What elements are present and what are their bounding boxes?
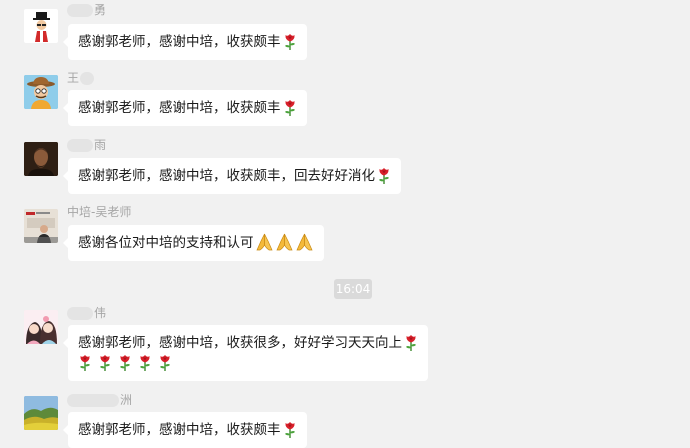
avatar[interactable] xyxy=(24,396,58,430)
sender-name: 中培-吴老师 xyxy=(67,205,131,219)
bubble-tail xyxy=(63,238,68,248)
redaction-blur xyxy=(67,394,119,407)
message-text: 感谢郭老师，感谢中培，收获颇丰 xyxy=(78,34,281,50)
rose-emoji-icon xyxy=(283,98,297,116)
sender-name-text: 王 xyxy=(67,71,80,85)
praying-hands-emoji-icon xyxy=(275,233,294,251)
praying-hands-emoji-icon xyxy=(295,233,314,251)
avatar[interactable] xyxy=(24,209,58,243)
message-bubble[interactable]: 感谢郭老师，感谢中培，收获颇丰 xyxy=(63,24,307,60)
message-bubble[interactable]: 感谢郭老师，感谢中培，收获颇丰 xyxy=(63,412,307,448)
avatar-top-hat-icon xyxy=(33,12,50,42)
redaction-blur xyxy=(67,4,93,17)
message-bubble[interactable]: 感谢郭老师，感谢中培，收获很多，好好学习天天向上 xyxy=(63,325,428,381)
praying-hands-emoji-icon xyxy=(255,233,274,251)
sender-name: 伟 xyxy=(67,306,106,320)
redaction-blur xyxy=(67,307,93,320)
message-text: 感谢郭老师，感谢中培，收获很多，好好学习天天向上 xyxy=(78,335,402,351)
bubble-tail xyxy=(63,171,68,181)
timestamp-divider: 16:04 xyxy=(334,279,372,299)
message-text: 感谢郭老师，感谢中培，收获颇丰 xyxy=(78,422,281,438)
message-bubble[interactable]: 感谢郭老师，感谢中培，收获颇丰，回去好好消化 xyxy=(63,158,401,194)
sender-name-text: 洲 xyxy=(120,393,133,407)
sender-name-text: 勇 xyxy=(94,3,107,17)
bubble-tail xyxy=(63,103,68,113)
sender-name-text: 伟 xyxy=(94,306,107,320)
bubble-tail xyxy=(63,338,68,348)
rose-emoji-icon xyxy=(404,333,418,351)
rose-emoji-icon xyxy=(98,353,112,371)
rose-emoji-icon xyxy=(118,353,132,371)
message-bubble[interactable]: 感谢各位对中培的支持和认可 xyxy=(63,225,324,261)
avatar[interactable] xyxy=(24,142,58,176)
sender-name: 洲 xyxy=(67,393,132,407)
sender-name: 王 xyxy=(67,71,95,85)
avatar[interactable] xyxy=(24,9,58,43)
avatar-portrait-icon xyxy=(24,142,58,176)
rose-emoji-icon xyxy=(138,353,152,371)
rose-emoji-icon xyxy=(377,166,391,184)
avatar[interactable] xyxy=(24,75,58,109)
message-text: 感谢郭老师，感谢中培，收获颇丰，回去好好消化 xyxy=(78,168,375,184)
rose-emoji-icon xyxy=(283,420,297,438)
redaction-blur xyxy=(80,72,95,85)
message-text: 感谢各位对中培的支持和认可 xyxy=(78,235,254,251)
redaction-blur xyxy=(67,139,93,152)
avatar[interactable] xyxy=(24,310,58,344)
sender-name-text: 雨 xyxy=(94,138,107,152)
avatar-photo-icon xyxy=(24,209,58,243)
sender-name: 雨 xyxy=(67,138,106,152)
bubble-tail xyxy=(63,425,68,435)
sender-name: 勇 xyxy=(67,3,106,17)
message-bubble[interactable]: 感谢郭老师，感谢中培，收获颇丰 xyxy=(63,90,307,126)
bubble-tail xyxy=(63,37,68,47)
rose-emoji-icon xyxy=(158,353,172,371)
message-text: 感谢郭老师，感谢中培，收获颇丰 xyxy=(78,100,281,116)
rose-emoji-icon xyxy=(283,32,297,50)
avatar-cowboy-icon xyxy=(24,75,58,109)
sender-name-text: 中培-吴老师 xyxy=(67,205,132,219)
avatar-cartoon-couple-icon xyxy=(24,310,58,344)
avatar-landscape-icon xyxy=(24,396,58,430)
rose-emoji-icon xyxy=(78,353,92,371)
